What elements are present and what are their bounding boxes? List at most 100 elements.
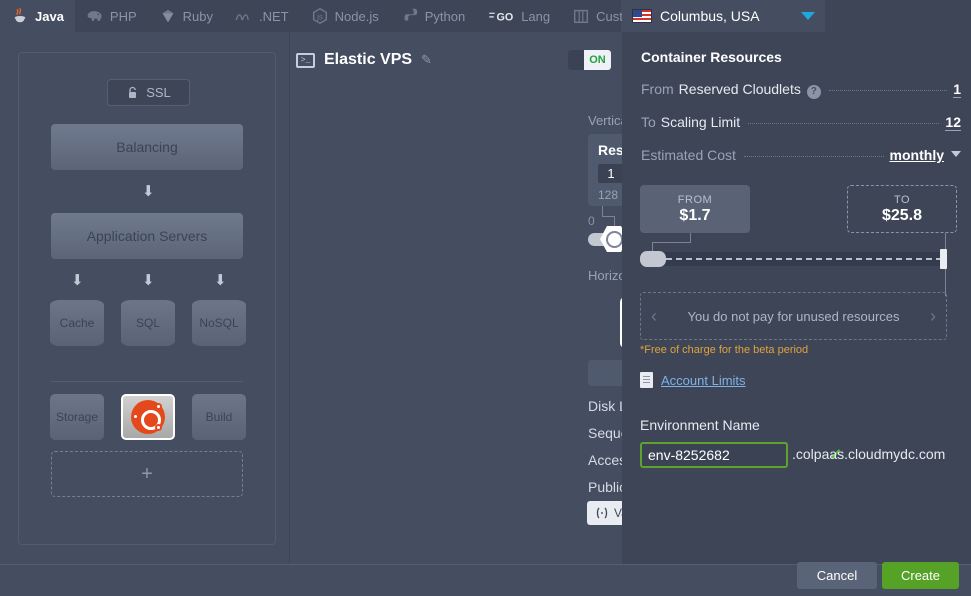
cost-connector [690, 233, 691, 242]
tab-java[interactable]: Java [0, 0, 75, 32]
question-icon[interactable]: ? [806, 85, 821, 99]
node-title: Elastic VPS [324, 51, 413, 68]
node-nosql[interactable]: NoSQL [192, 300, 246, 346]
environment-name-field[interactable]: ✓ [640, 442, 842, 468]
node-balancing[interactable]: Balancing [51, 124, 243, 170]
ruby-gem-icon [162, 9, 174, 23]
account-limits-label[interactable]: Account Limits [661, 373, 746, 388]
region-label: Columbus, USA [660, 8, 760, 24]
node-settings-header: >_ Elastic VPS ✎ ON [296, 46, 611, 74]
tab-label: Node.js [334, 8, 379, 24]
node-label: Storage [55, 410, 99, 424]
cost-slider-handle-min[interactable] [640, 251, 666, 267]
chevron-left-icon[interactable]: ‹ [651, 306, 657, 327]
node-application-servers[interactable]: Application Servers [51, 213, 243, 259]
tab-label: PHP [109, 8, 137, 24]
ubuntu-icon [131, 400, 165, 434]
chevron-right-icon[interactable]: › [930, 306, 936, 327]
reserved-value[interactable]: 1 [598, 164, 624, 183]
go-lang-icon: GO [489, 12, 514, 24]
php-elephant-icon [87, 11, 102, 21]
info-carousel: ‹ You do not pay for unused resources › [640, 292, 947, 340]
cost-from-card: FROM $1.7 [640, 185, 750, 233]
node-label: Build [205, 410, 233, 424]
chevron-down-icon[interactable] [951, 151, 961, 157]
terminal-icon: >_ [296, 52, 315, 68]
node-label: Balancing [116, 139, 178, 155]
create-environment-dialog: Java PHP Ruby .NET js Node.js Python GO … [0, 0, 971, 596]
tab-label: Java [35, 8, 64, 24]
cost-slider-handle-max[interactable] [940, 249, 947, 269]
from-label: Reserved Cloudlets [678, 81, 801, 97]
node-label: SQL [135, 316, 160, 330]
estimated-cost-label: Estimated Cost [641, 147, 736, 163]
create-button[interactable]: Create [882, 562, 959, 589]
stack-tabbar: Java PHP Ruby .NET js Node.js Python GO … [0, 0, 673, 32]
pencil-icon[interactable]: ✎ [421, 52, 432, 68]
leader-dots [743, 156, 884, 157]
leader-dots [748, 123, 940, 124]
region-selector-tab[interactable]: Columbus, USA [622, 0, 825, 32]
carousel-text: You do not pay for unused resources [687, 308, 900, 324]
cost-to-card: TO $25.8 [847, 185, 957, 233]
arrow-down-icon: ⬇ [214, 272, 227, 289]
add-node-button[interactable]: + [51, 451, 243, 497]
variables-icon [596, 507, 608, 519]
leader-dots [828, 90, 948, 91]
account-limits-link[interactable]: Account Limits [640, 372, 746, 388]
estimated-cost-row: Estimated Cost monthly [641, 147, 961, 169]
to-label: Scaling Limit [660, 114, 741, 130]
svg-text:js: js [316, 13, 323, 22]
ssl-badge[interactable]: SSL [107, 79, 190, 106]
node-settings-panel: >_ Elastic VPS ✎ ON Vertical Scaling per… [291, 32, 892, 564]
chevron-down-icon [801, 12, 815, 20]
node-storage[interactable]: Storage [50, 394, 104, 440]
node-power-toggle-label: ON [584, 50, 611, 70]
tab-label: .NET [259, 8, 289, 24]
cost-connector [652, 242, 691, 243]
topology-panel: SSL Balancing ⬇ Application Servers ⬇ ⬇ … [0, 32, 290, 564]
ssl-label: SSL [146, 85, 171, 100]
cancel-button[interactable]: Cancel [797, 562, 877, 589]
tab-go-lang[interactable]: GO Lang [476, 0, 561, 32]
node-sql[interactable]: SQL [121, 300, 175, 346]
add-node-label: + [141, 462, 153, 485]
tab-nodejs[interactable]: js Node.js [300, 0, 390, 32]
from-prefix: From [641, 81, 674, 97]
arrow-down-icon: ⬇ [142, 272, 155, 289]
environment-name-label: Environment Name [640, 417, 760, 433]
cost-slider-dashed-line [656, 258, 942, 260]
nodejs-icon: js [312, 7, 327, 25]
cost-period-value[interactable]: monthly [890, 147, 944, 163]
arrow-down-icon: ⬇ [142, 183, 155, 200]
cost-from-label: FROM [677, 193, 713, 206]
document-icon [640, 372, 653, 388]
custom-stack-icon [574, 9, 589, 24]
node-power-toggle[interactable]: ON [568, 50, 611, 70]
cost-to-label: TO [893, 193, 911, 206]
arrow-down-icon: ⬇ [71, 272, 84, 289]
from-reserved-cloudlets-row: From Reserved Cloudlets ? 1 [641, 81, 961, 103]
node-vps-selected[interactable] [121, 394, 175, 440]
to-value: 12 [945, 114, 961, 131]
tab-php[interactable]: PHP [75, 0, 148, 32]
dotnet-icon [235, 14, 249, 21]
node-label: Application Servers [86, 228, 208, 244]
topology-divider [51, 381, 243, 382]
unlocked-padlock-icon [129, 86, 137, 98]
svg-text:GO: GO [497, 12, 514, 24]
us-flag-icon [632, 9, 652, 23]
to-scaling-limit-row: To Scaling Limit 12 [641, 114, 961, 136]
cost-to-value: $25.8 [881, 206, 923, 224]
node-build[interactable]: Build [192, 394, 246, 440]
tab-ruby[interactable]: Ruby [148, 0, 224, 32]
tab-label: Python [424, 8, 466, 24]
to-prefix: To [641, 114, 656, 130]
tab-python[interactable]: Python [390, 0, 476, 32]
from-value: 1 [953, 81, 961, 98]
cost-from-value: $1.7 [679, 206, 711, 224]
node-cache[interactable]: Cache [50, 300, 104, 346]
tab-dotnet[interactable]: .NET [224, 0, 300, 32]
cost-range-slider[interactable] [640, 249, 947, 269]
node-label: NoSQL [199, 316, 239, 330]
